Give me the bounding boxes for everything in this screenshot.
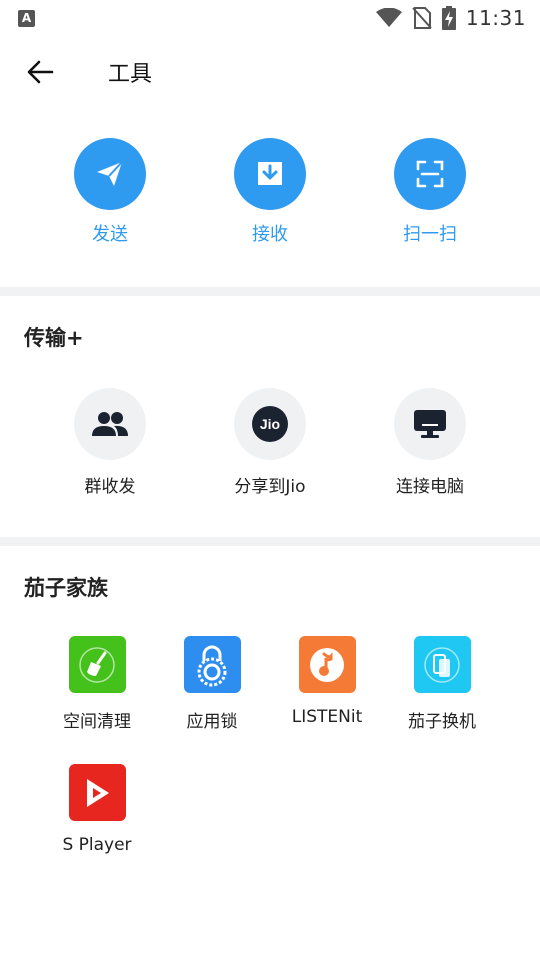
scan-label[interactable]: 扫一扫	[370, 220, 490, 246]
app-phone-clone[interactable]: 茄子换机	[387, 636, 497, 732]
group-transfer-button[interactable]: 群收发	[40, 388, 180, 497]
scan-button[interactable]: 扫一扫	[370, 138, 490, 246]
padlock-icon	[197, 645, 227, 686]
wifi-icon	[375, 8, 402, 27]
notification-icon: A	[18, 9, 35, 27]
app-bar: 工具	[0, 36, 540, 108]
listenit-tile[interactable]	[298, 636, 356, 693]
page-title: 工具	[108, 62, 153, 87]
app-space-cleaner[interactable]: 空间清理	[42, 636, 152, 732]
section-divider	[0, 287, 540, 296]
battery-charging-icon	[441, 6, 456, 30]
jio-logo-text: Jio	[260, 416, 280, 432]
scan-circle[interactable]	[394, 138, 466, 210]
clock: 11:31	[465, 6, 526, 30]
share-to-jio-button[interactable]: Jio 分享到Jio	[200, 388, 340, 497]
group-transfer-label[interactable]: 群收发	[40, 472, 180, 497]
s-player-label[interactable]: S Player	[42, 835, 152, 855]
s-player-tile[interactable]	[68, 764, 126, 821]
arrow-left-icon	[27, 60, 54, 84]
scan-icon	[416, 160, 444, 188]
top-actions: 发送 接收 扫一扫	[0, 138, 540, 258]
play-icon	[87, 778, 109, 807]
send-button[interactable]: 发送	[50, 138, 170, 246]
back-button[interactable]	[10, 42, 70, 102]
send-circle[interactable]	[74, 138, 146, 210]
app-s-player[interactable]: S Player	[42, 764, 152, 855]
app-lock-tile[interactable]	[183, 636, 241, 693]
share-to-jio-circle[interactable]: Jio	[234, 388, 306, 460]
phone-clone-tile[interactable]	[413, 636, 471, 693]
receive-label[interactable]: 接收	[210, 220, 330, 246]
app-lock[interactable]: 应用锁	[157, 636, 267, 732]
section-divider	[0, 537, 540, 546]
group-transfer-circle[interactable]	[74, 388, 146, 460]
status-icons: 11:31	[375, 6, 526, 30]
paper-plane-icon	[97, 161, 123, 186]
broom-icon	[79, 646, 115, 683]
family-section-title: 茄子家族	[24, 576, 108, 600]
download-tray-icon	[258, 162, 282, 185]
connect-pc-label[interactable]: 连接电脑	[360, 472, 500, 497]
listenit-label[interactable]: LISTENit	[272, 707, 382, 727]
space-cleaner-label[interactable]: 空间清理	[42, 707, 152, 732]
share-to-jio-label[interactable]: 分享到Jio	[200, 472, 340, 497]
phone-swap-icon	[424, 646, 460, 683]
status-bar: A 11:31	[0, 0, 540, 36]
monitor-icon	[414, 410, 446, 438]
transfer-section-title: 传输+	[24, 326, 84, 350]
app-lock-label[interactable]: 应用锁	[157, 707, 267, 732]
connect-pc-button[interactable]: 连接电脑	[360, 388, 500, 497]
jio-logo: Jio	[252, 406, 288, 442]
space-cleaner-tile[interactable]	[68, 636, 126, 693]
group-icon	[92, 412, 128, 436]
music-note-icon	[310, 647, 344, 682]
app-listenit[interactable]: LISTENit	[272, 636, 382, 727]
send-label[interactable]: 发送	[50, 220, 170, 246]
connect-pc-circle[interactable]	[394, 388, 466, 460]
phone-clone-label[interactable]: 茄子换机	[387, 707, 497, 732]
no-sim-icon	[412, 7, 432, 29]
receive-circle[interactable]	[234, 138, 306, 210]
receive-button[interactable]: 接收	[210, 138, 330, 246]
